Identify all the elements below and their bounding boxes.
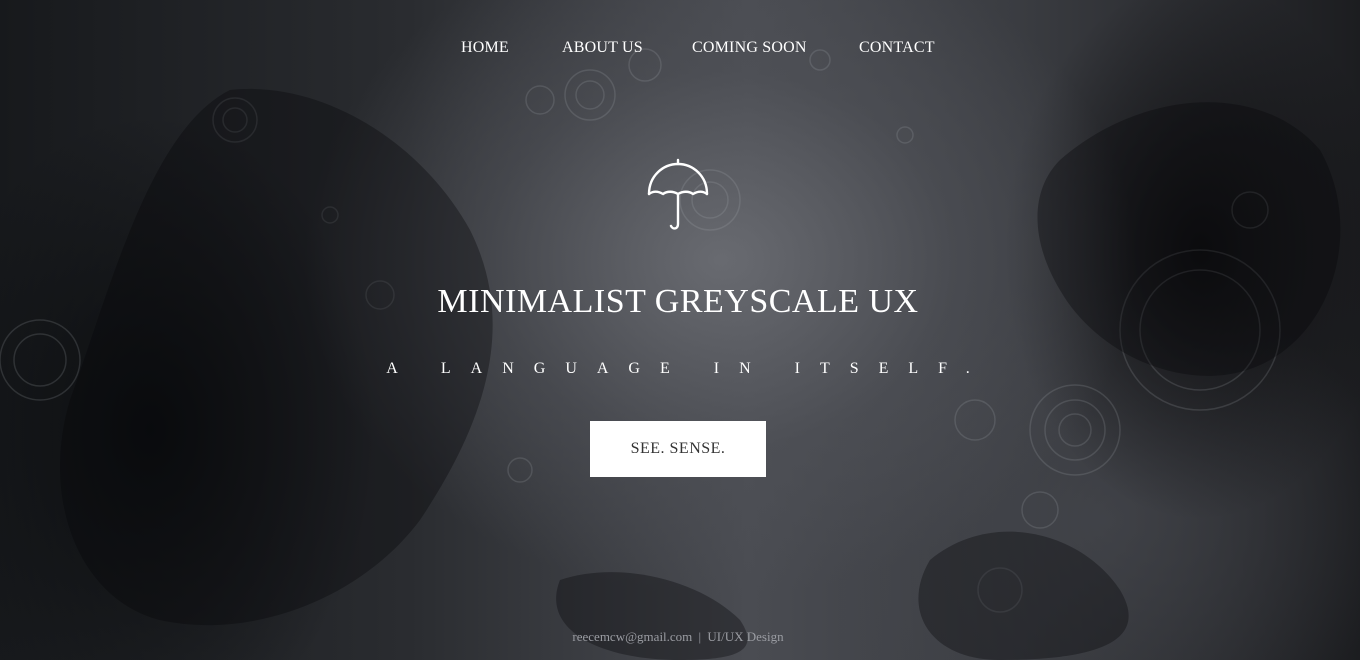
nav-about-us-link[interactable]: ABOUT US	[562, 38, 643, 58]
nav-contact-link[interactable]: CONTACT	[859, 38, 935, 58]
nav-home-link[interactable]: HOME	[461, 38, 509, 58]
hero-tagline: A LANGUAGE IN ITSELF.	[386, 360, 990, 377]
see-sense-button[interactable]: SEE. SENSE.	[590, 421, 766, 477]
nav-coming-soon-link[interactable]: COMING SOON	[692, 38, 807, 58]
footer-role: UI/UX Design	[707, 629, 784, 644]
footer-email-link[interactable]: reecemcw@gmail.com	[572, 629, 692, 644]
hero-title: MINIMALIST GREYSCALE UX	[437, 283, 919, 320]
footer: reecemcw@gmail.com | UI/UX Design	[0, 629, 1356, 645]
umbrella-icon	[647, 158, 709, 230]
footer-separator: |	[698, 629, 702, 644]
rain-texture-background	[0, 48, 1341, 660]
